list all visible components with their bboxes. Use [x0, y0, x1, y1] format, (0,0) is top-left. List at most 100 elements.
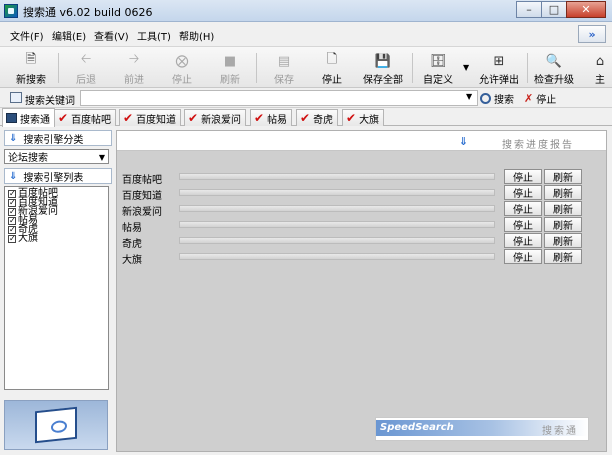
tab-daqi[interactable]: ✔ 大旗: [342, 109, 385, 126]
stop-button[interactable]: 停止: [504, 169, 542, 184]
new-search-button[interactable]: 🗎 新搜索: [12, 49, 50, 87]
new-search-label: 新搜索: [16, 75, 46, 86]
app-icon: [4, 4, 18, 18]
stop-nav-button[interactable]: ⨂ 停止: [166, 49, 198, 87]
stop-button[interactable]: 停止: [504, 249, 542, 264]
stop-button[interactable]: 停止: [504, 201, 542, 216]
toolbar-separator: [527, 53, 528, 83]
custom-button[interactable]: 🗄 自定义: [418, 49, 458, 87]
checkbox[interactable]: ✓: [8, 189, 16, 198]
close-button[interactable]: ✕: [566, 1, 606, 18]
progress-row: 新浪爱问 停止 刷新: [117, 201, 606, 218]
save-icon: ▤: [277, 53, 291, 69]
refresh-button[interactable]: 刷新: [544, 169, 582, 184]
save-all-label: 保存全部: [363, 75, 403, 86]
tab-baidu-zhidao[interactable]: ✔ 百度知道: [119, 109, 182, 126]
maximize-button[interactable]: □: [541, 1, 567, 18]
tab-label: 奇虎: [313, 114, 334, 126]
stop-button[interactable]: 🗋 停止: [316, 49, 348, 87]
row-label: 帖易: [122, 223, 142, 234]
tab-label: 搜索通: [20, 114, 50, 126]
engine-list-item[interactable]: ✓ 大旗: [5, 233, 108, 244]
tab-label: 大旗: [359, 114, 380, 126]
progress-bar: [179, 237, 495, 244]
tab-baidu-tieba[interactable]: ✔ 百度帖吧: [54, 109, 117, 126]
home-label: 主: [595, 75, 605, 86]
toolbar: 🗎 新搜索 🡠 后退 🡢 前进 ⨂ 停止 ■ 刷新 ▤ 保存 🗋 停止 💾 保存…: [0, 46, 612, 88]
back-label: 后退: [76, 75, 96, 86]
progress-bar: [179, 173, 495, 180]
allow-popup-button[interactable]: ⊞ 允许弹出: [476, 49, 522, 87]
check-upgrade-label: 检查升级: [534, 75, 574, 86]
home-button[interactable]: ⌂ 主: [588, 49, 612, 87]
keyword-input[interactable]: [80, 90, 478, 106]
menu-view[interactable]: 查看(V): [94, 28, 129, 43]
refresh-button[interactable]: 刷新: [544, 201, 582, 216]
menu-tools[interactable]: 工具(T): [137, 28, 171, 43]
progress-row: 百度知道 停止 刷新: [117, 185, 606, 202]
checkbox[interactable]: ✓: [8, 198, 16, 207]
category-header[interactable]: ⇓ 搜索引擎分类: [4, 130, 112, 146]
collapse-chevron-icon: ⇓: [9, 170, 18, 182]
custom-dropdown-icon[interactable]: ▼: [463, 63, 469, 72]
refresh-button[interactable]: 刷新: [544, 249, 582, 264]
engine-name: 大旗: [18, 233, 38, 244]
back-button[interactable]: 🡠 后退: [70, 49, 102, 87]
category-header-label: 搜索引擎分类: [23, 134, 84, 146]
save-all-button[interactable]: 💾 保存全部: [360, 49, 406, 87]
refresh-button[interactable]: 刷新: [544, 185, 582, 200]
popup-window-icon: ⊞: [493, 53, 505, 69]
progress-panel: ⇓ 搜索进度报告 百度帖吧 停止 刷新 百度知道 停止 刷新 新浪爱问 停止 刷…: [116, 130, 607, 452]
allow-popup-label: 允许弹出: [479, 75, 519, 86]
progress-row: 奇虎 停止 刷新: [117, 233, 606, 250]
minimize-button[interactable]: –: [516, 1, 542, 18]
engine-list-header[interactable]: ⇓ 搜索引擎列表: [4, 168, 112, 184]
home-icon: ⌂: [595, 53, 605, 69]
progress-bar: [179, 205, 495, 212]
menu-bar: 文件(F) 编辑(E) 查看(V) 工具(T) 帮助(H) »: [0, 22, 612, 46]
tab-sousuotong[interactable]: 搜索通: [2, 108, 55, 127]
brand-logo-text: SpeedSearch: [380, 422, 454, 433]
category-select[interactable]: 论坛搜索 ▼: [4, 149, 109, 164]
checkbox[interactable]: ✓: [8, 225, 16, 234]
window-controls: – □ ✕: [516, 1, 606, 18]
stop-button[interactable]: 停止: [504, 233, 542, 248]
tab-sina-iask[interactable]: ✔ 新浪爱问: [184, 109, 247, 126]
engine-list: ✓ 百度帖吧 ✓ 百度知道 ✓ 新浪爱问 ✓ 帖易 ✓ 奇虎 ✓ 大旗: [4, 186, 109, 390]
check-upgrade-button[interactable]: 🔍 检查升级: [532, 49, 576, 87]
stop-search-button[interactable]: ✗ 停止: [524, 91, 556, 106]
search-button[interactable]: 搜索: [480, 91, 514, 106]
checkbox[interactable]: ✓: [8, 207, 16, 216]
forward-label: 前进: [124, 75, 144, 86]
menu-help[interactable]: 帮助(H): [179, 28, 214, 43]
menu-overflow-button[interactable]: »: [578, 25, 606, 43]
refresh-nav-button[interactable]: ■ 刷新: [214, 49, 246, 87]
tab-tieyi[interactable]: ✔ 帖易: [250, 109, 293, 126]
tab-qihoo[interactable]: ✔ 奇虎: [296, 109, 339, 126]
stop-button[interactable]: 停止: [504, 217, 542, 232]
toolbar-separator: [256, 53, 257, 83]
keyword-label: 搜索关键词: [25, 96, 75, 107]
toolbar-separator: [58, 53, 59, 83]
checkbox[interactable]: ✓: [8, 216, 16, 225]
menu-edit[interactable]: 编辑(E): [52, 28, 86, 43]
search-button-label: 搜索: [494, 95, 514, 106]
upgrade-magnifier-icon: 🔍: [545, 53, 563, 69]
stop-button[interactable]: 停止: [504, 185, 542, 200]
forward-button[interactable]: 🡢 前进: [118, 49, 150, 87]
refresh-button[interactable]: 刷新: [544, 233, 582, 248]
menu-file[interactable]: 文件(F): [10, 28, 44, 43]
collapse-chevron-icon[interactable]: ⇓: [459, 135, 468, 148]
keyword-dropdown-icon[interactable]: ▼: [466, 92, 472, 101]
check-icon: ✔: [300, 111, 311, 125]
app-tab-icon: [6, 113, 17, 123]
checkbox[interactable]: ✓: [8, 234, 16, 243]
progress-row: 大旗 停止 刷新: [117, 249, 606, 266]
brand-name: 搜索通: [542, 426, 578, 437]
save-all-icon: 💾: [374, 53, 392, 69]
progress-bar: [179, 189, 495, 196]
row-label: 新浪爱问: [122, 207, 162, 218]
refresh-button[interactable]: 刷新: [544, 217, 582, 232]
stop-label: 停止: [322, 75, 342, 86]
save-button[interactable]: ▤ 保存: [268, 49, 300, 87]
